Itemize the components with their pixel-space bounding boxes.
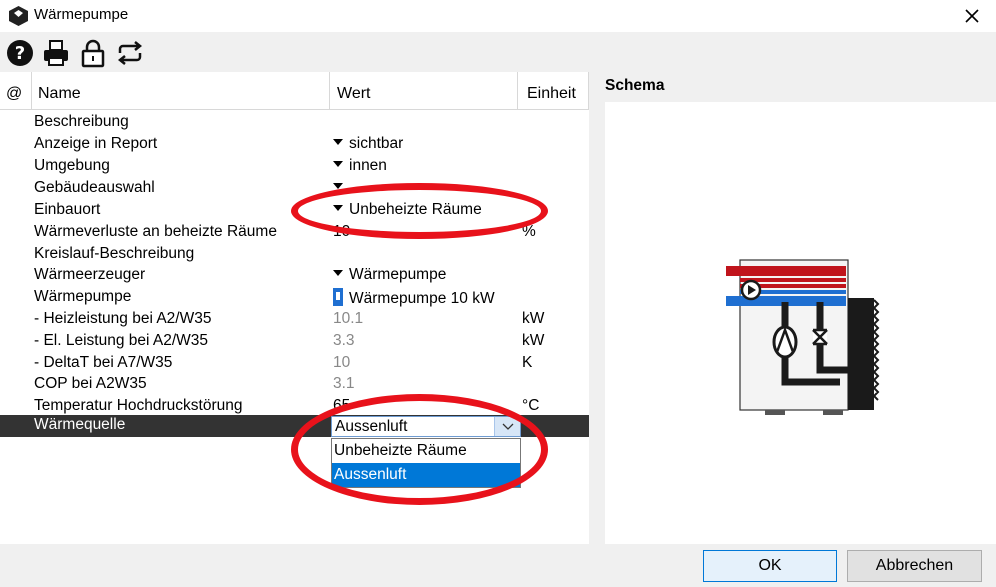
row-name: Gebäudeauswahl [34, 179, 155, 196]
chevron-down-icon[interactable] [494, 417, 520, 436]
table-row[interactable]: Kreislauf-Beschreibung [0, 244, 589, 266]
row-name: Beschreibung [34, 113, 129, 130]
device-icon [333, 288, 343, 306]
row-name: Wärmequelle [34, 416, 126, 433]
window-title: Wärmepumpe [34, 6, 129, 23]
row-value: 3.3 [333, 332, 355, 349]
header-at-label: @ [6, 85, 23, 102]
table-row[interactable]: - DeltaT bei A7/W35 10 K [0, 353, 589, 375]
row-name: Einbauort [34, 201, 101, 218]
column-header-name[interactable]: Name [32, 72, 330, 110]
dialog-footer: OK Abbrechen [0, 544, 996, 587]
header-name-label: Name [38, 85, 81, 102]
hexagon-logo-icon [9, 6, 28, 26]
row-unit: % [522, 223, 536, 240]
row-value-dropdown[interactable] [333, 179, 349, 197]
row-name: Wärmeverluste an beheizte Räume [34, 223, 277, 240]
row-value[interactable]: 10 [333, 223, 350, 241]
table-row[interactable]: Wärmepumpe Wärmepumpe 10 kW [0, 287, 589, 309]
row-name: Wärmeerzeuger [34, 266, 146, 283]
lock-icon[interactable] [78, 38, 108, 68]
row-value: innen [349, 157, 387, 174]
dropdown-arrow-icon [333, 205, 343, 211]
row-value: Wärmepumpe 10 kW [349, 290, 495, 307]
ok-button[interactable]: OK [703, 550, 837, 582]
row-unit: °C [522, 397, 540, 414]
row-name: Umgebung [34, 157, 110, 174]
row-name: Kreislauf-Beschreibung [34, 245, 195, 262]
row-value: Wärmepumpe [349, 266, 447, 283]
help-icon[interactable]: ? [5, 38, 35, 68]
table-row[interactable]: Wärmeerzeuger Wärmepumpe [0, 265, 589, 287]
table-row[interactable]: Einbauort Unbeheizte Räume [0, 200, 589, 222]
select-options-list: Unbeheizte Räume Aussenluft [331, 438, 521, 488]
schema-canvas [605, 102, 996, 544]
row-unit: kW [522, 310, 545, 327]
close-icon[interactable] [958, 2, 986, 30]
table-row[interactable]: Umgebung innen [0, 156, 589, 178]
select-option[interactable]: Unbeheizte Räume [332, 439, 520, 463]
dropdown-arrow-icon [333, 139, 343, 145]
waermequelle-select[interactable]: Aussenluft [331, 416, 521, 437]
toolbar: ? [0, 32, 996, 72]
cancel-button[interactable]: Abbrechen [847, 550, 982, 582]
column-header-at[interactable]: @ [0, 72, 32, 110]
row-value-dropdown[interactable]: Wärmepumpe [333, 266, 446, 284]
row-name: - El. Leistung bei A2/W35 [34, 332, 209, 349]
dropdown-arrow-icon [333, 270, 343, 276]
header-unit-label: Einheit [527, 85, 576, 102]
select-option-highlighted[interactable]: Aussenluft [332, 463, 520, 487]
header-value-label: Wert [337, 85, 371, 102]
table-row[interactable]: COP bei A2W35 3.1 [0, 374, 589, 396]
row-name: - DeltaT bei A7/W35 [34, 354, 173, 371]
dropdown-arrow-icon [333, 161, 343, 167]
row-name: - Heizleistung bei A2/W35 [34, 310, 212, 327]
row-value: 10 [333, 354, 351, 371]
table-row[interactable]: - El. Leistung bei A2/W35 3.3 kW [0, 331, 589, 353]
dropdown-arrow-icon [333, 183, 343, 189]
row-unit: K [522, 354, 533, 371]
row-value-dropdown[interactable]: Unbeheizte Räume [333, 201, 482, 219]
row-name: Temperatur Hochdruckstörung [34, 397, 243, 414]
row-unit: kW [522, 332, 545, 349]
table-row[interactable]: Beschreibung [0, 112, 589, 134]
column-header-unit[interactable]: Einheit [518, 72, 589, 110]
schema-panel: Schema [589, 72, 996, 544]
row-value: 3.1 [333, 375, 355, 392]
row-value-link[interactable]: Wärmepumpe 10 kW [333, 288, 495, 308]
row-value-dropdown[interactable]: innen [333, 157, 387, 175]
table-row[interactable]: Wärmeverluste an beheizte Räume 10 % [0, 222, 589, 244]
row-name: COP bei A2W35 [34, 375, 147, 392]
heat-pump-diagram [726, 259, 880, 415]
schema-title: Schema [605, 77, 665, 94]
row-value: 10.1 [333, 310, 364, 327]
print-icon[interactable] [41, 38, 71, 68]
row-value-dropdown[interactable]: sichtbar [333, 135, 403, 153]
select-value: Aussenluft [335, 418, 408, 435]
row-name: Wärmepumpe [34, 288, 132, 305]
table-row[interactable]: Anzeige in Report sichtbar [0, 134, 589, 156]
row-name: Anzeige in Report [34, 135, 158, 152]
table-row[interactable]: Gebäudeauswahl [0, 178, 589, 200]
svg-text:?: ? [15, 43, 25, 64]
title-bar: Wärmepumpe [0, 0, 996, 32]
column-header-value[interactable]: Wert [330, 72, 518, 110]
row-value[interactable]: 65 [333, 397, 350, 415]
row-value: sichtbar [349, 135, 404, 152]
table-row[interactable]: - Heizleistung bei A2/W35 10.1 kW [0, 309, 589, 331]
row-value: Unbeheizte Räume [349, 201, 482, 218]
swap-icon[interactable] [115, 38, 145, 68]
